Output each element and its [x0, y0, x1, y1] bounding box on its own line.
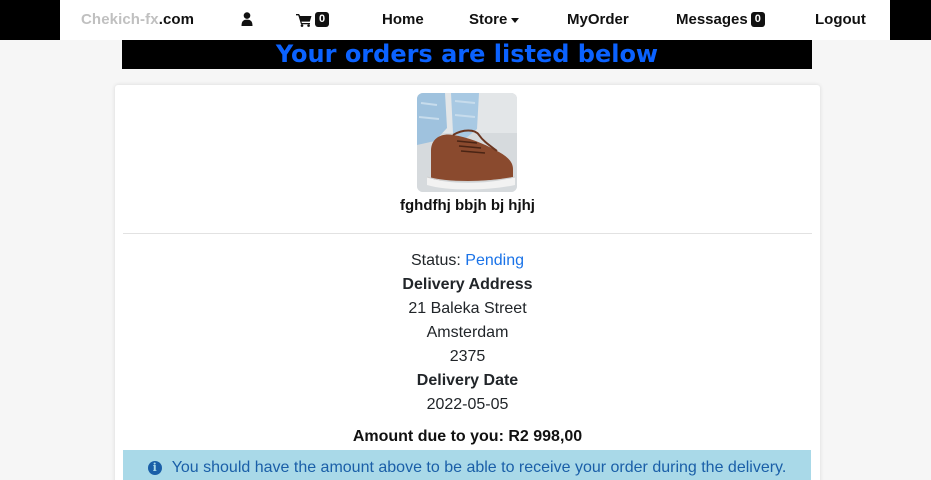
messages-count-badge: 0	[750, 12, 765, 27]
status-label: Status:	[411, 252, 461, 269]
cart-count-badge: 0	[315, 12, 330, 27]
delivery-address-label: Delivery Address	[402, 276, 533, 293]
nav-messages-label: Messages	[676, 11, 748, 28]
nav-store-dropdown[interactable]: Store	[469, 11, 520, 28]
status-line: Status: Pending	[115, 249, 820, 273]
nav-messages-link[interactable]: Messages 0	[676, 11, 765, 28]
right-black-bar	[890, 0, 931, 40]
brand-domain-part: .com	[158, 11, 195, 28]
status-value: Pending	[465, 252, 524, 269]
shoe-photo	[417, 93, 517, 192]
delivery-date-label: Delivery Date	[416, 372, 519, 389]
payment-notice-text: You should have the amount above to be a…	[171, 459, 787, 476]
brand-logo-link[interactable]: Chekich-fx.com	[81, 11, 194, 28]
product-image[interactable]	[417, 93, 517, 192]
nav-myorder-link[interactable]: MyOrder	[567, 11, 629, 28]
orders-banner-title: Your orders are listed below	[122, 40, 812, 69]
nav-home-link[interactable]: Home	[382, 11, 424, 28]
nav-store-label: Store	[469, 11, 508, 28]
address-street: 21 Baleka Street	[408, 300, 527, 317]
delivery-date-value: 2022-05-05	[426, 396, 509, 413]
left-black-bar	[0, 0, 60, 40]
top-navbar: Chekich-fx.com 0 Home Store MyOrder Mess…	[60, 0, 890, 40]
amount-due: Amount due to you: R2 998,00	[352, 428, 583, 445]
product-name: fghdfhj bbjh bj hjhj	[400, 197, 535, 214]
divider	[123, 233, 812, 234]
caret-down-icon	[511, 17, 520, 23]
user-account-link[interactable]	[241, 12, 253, 26]
order-card: fghdfhj bbjh bj hjhj Status: Pending Del…	[115, 85, 820, 480]
nav-logout-link[interactable]: Logout	[815, 11, 866, 28]
user-icon	[241, 12, 253, 26]
info-circle-icon: i	[147, 461, 162, 475]
cart-link[interactable]: 0	[296, 12, 330, 27]
shopping-cart-icon	[296, 13, 312, 27]
payment-notice-alert: i You should have the amount above to be…	[123, 450, 811, 480]
address-postal-code: 2375	[449, 348, 486, 365]
address-city: Amsterdam	[426, 324, 509, 341]
brand-name-part: Chekich-fx	[81, 11, 159, 28]
